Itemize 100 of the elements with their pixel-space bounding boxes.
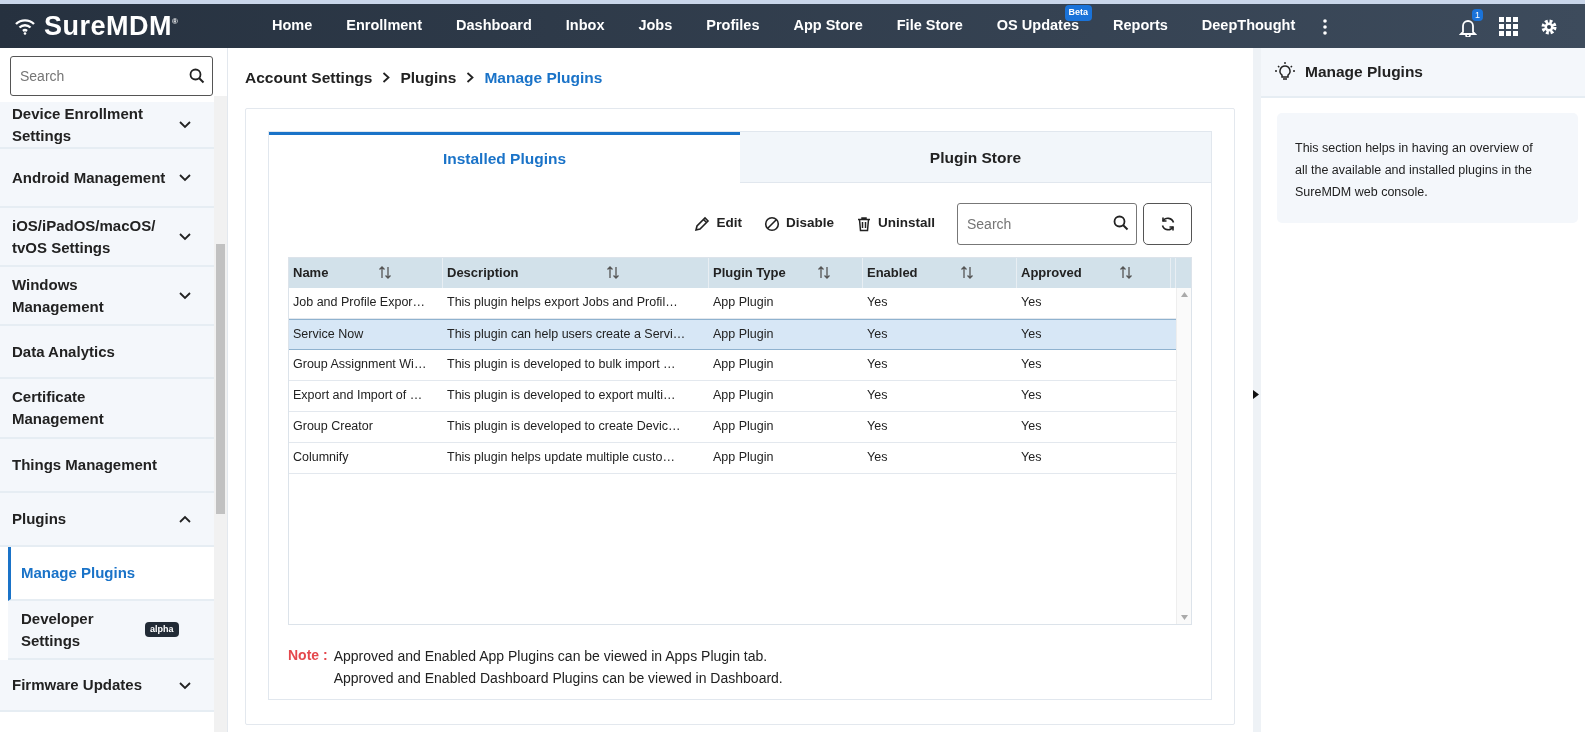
table-row[interactable]: Job and Profile Expor… This plugin helps export Jobs and Profil… App Plugin Yes Yes bbox=[289, 287, 1176, 319]
table-cell-text: Yes bbox=[867, 418, 888, 436]
table-cell-text: Service Now bbox=[293, 325, 364, 343]
scroll-up-icon bbox=[1180, 291, 1188, 297]
disable-button[interactable]: Disable bbox=[763, 213, 834, 234]
breadcrumb-link[interactable]: Account Settings bbox=[245, 66, 373, 90]
search-field[interactable]: Search bbox=[957, 202, 1137, 245]
sidebar-subitem[interactable]: Developer Settings alpha bbox=[8, 601, 214, 660]
sort-icon bbox=[816, 265, 831, 280]
table-cell-text: Columnify bbox=[293, 449, 349, 467]
refresh-button[interactable] bbox=[1143, 202, 1192, 245]
nav-item[interactable]: Enrollment bbox=[329, 11, 440, 41]
column-header[interactable]: Approved bbox=[1017, 257, 1171, 288]
nav-item[interactable]: Dashboard bbox=[439, 11, 549, 41]
uninstall-button[interactable]: Uninstall bbox=[856, 213, 935, 234]
logo-text: SureMDM$^{®}$ bbox=[44, 9, 179, 43]
column-header[interactable]: Enabled bbox=[863, 257, 1017, 288]
table-cell-text: Yes bbox=[867, 294, 888, 312]
edit-button[interactable]: Edit bbox=[694, 213, 742, 234]
table-cell-text: Yes bbox=[1021, 325, 1042, 343]
sort-icon bbox=[959, 265, 974, 280]
table-cell-text: Group Creator bbox=[293, 418, 373, 436]
note-label: Note : bbox=[288, 645, 328, 665]
sidebar-item[interactable]: Plugins bbox=[0, 493, 214, 547]
table-cell-text: This plugin is developed to create Devic… bbox=[447, 418, 681, 436]
table-cell-text: Group Assignment Wi… bbox=[293, 356, 427, 374]
table-row[interactable]: Group Creator This plugin is developed to create Devic… App Plugin Yes Yes bbox=[289, 411, 1176, 443]
notification-count: 1 bbox=[1472, 9, 1483, 21]
nav-item[interactable]: Inbox bbox=[548, 11, 622, 41]
sidebar-item[interactable]: Data Analytics bbox=[0, 326, 214, 379]
grid-icon bbox=[1499, 17, 1518, 37]
column-header[interactable]: Description bbox=[443, 257, 709, 288]
table-cell-text: App Plugin bbox=[713, 418, 774, 436]
kebab-menu-icon bbox=[1323, 18, 1328, 35]
sidebar-item[interactable]: Windows Management bbox=[0, 267, 214, 326]
scrollbar-thumb[interactable] bbox=[216, 244, 225, 514]
table-cell-text: Job and Profile Expor… bbox=[293, 294, 425, 312]
nav-item[interactable]: Jobs bbox=[621, 11, 690, 41]
scrollbar[interactable] bbox=[214, 96, 227, 732]
sort-icon bbox=[606, 265, 621, 280]
table-cell-text: This plugin can help users create a Servi… bbox=[447, 325, 686, 343]
sidebar-item[interactable]: Firmware Updates bbox=[0, 660, 214, 712]
scroll-down-icon bbox=[1180, 614, 1188, 620]
collapse-arrow-icon[interactable] bbox=[1253, 390, 1259, 399]
table-row[interactable]: Export and Import of … This plugin is developed to export multi… App Plugin Yes Yes bbox=[289, 380, 1176, 412]
nav-item[interactable]: App Store bbox=[776, 11, 880, 41]
wifi-icon bbox=[14, 17, 36, 35]
help-text: This section helps in having an overview of all the available and installed plugins in the SureMDM web console. bbox=[1295, 140, 1534, 201]
search-icon bbox=[189, 68, 205, 84]
table-cell-text: Export and Import of … bbox=[293, 387, 423, 405]
table-cell-text: App Plugin bbox=[713, 294, 774, 312]
sidebar-item[interactable]: Certificate Management bbox=[0, 379, 214, 439]
scrollbar[interactable] bbox=[1176, 287, 1191, 624]
note-text: Approved and Enabled App Plugins can be viewed in Apps Plugin tab. bbox=[333, 646, 769, 666]
sidebar-subitem[interactable]: Manage Plugins bbox=[8, 547, 214, 601]
nav-item[interactable]: Reports bbox=[1096, 11, 1185, 41]
pencil-icon bbox=[694, 215, 711, 232]
search-icon bbox=[1113, 214, 1129, 231]
table-cell-text: Yes bbox=[1021, 294, 1042, 312]
table-cell-text: App Plugin bbox=[713, 387, 774, 405]
table-cell-text: Yes bbox=[867, 449, 888, 467]
chevron-right-icon bbox=[382, 72, 391, 84]
nav-item[interactable]: File Store bbox=[879, 11, 980, 41]
table-cell-text: App Plugin bbox=[713, 356, 774, 374]
settings-icon bbox=[1540, 17, 1558, 36]
column-header[interactable]: Plugin Type bbox=[709, 257, 863, 288]
search-field[interactable]: Search bbox=[10, 56, 213, 96]
table-cell-text: Yes bbox=[867, 387, 888, 405]
table-cell-text: This plugin helps update multiple custo… bbox=[447, 449, 675, 467]
sidebar-item[interactable]: iOS/iPadOS/macOS/ tvOS Settings bbox=[0, 208, 214, 267]
chevron-up-icon bbox=[178, 513, 192, 525]
sidebar-item[interactable]: Things Management bbox=[0, 439, 214, 493]
nav-item[interactable]: Home bbox=[255, 11, 330, 41]
refresh-icon bbox=[1159, 215, 1176, 232]
sort-icon bbox=[378, 265, 393, 280]
column-header[interactable]: Name bbox=[289, 257, 443, 288]
nav-item[interactable]: DeepThought bbox=[1184, 11, 1313, 41]
table-cell-text: This plugin is developed to bulk import … bbox=[447, 356, 676, 374]
lightbulb-icon bbox=[1275, 62, 1295, 82]
breadcrumb-current: Manage Plugins bbox=[484, 68, 603, 88]
table-cell-text: This plugin helps export Jobs and Profil… bbox=[447, 294, 678, 312]
table-cell-text: Yes bbox=[867, 356, 888, 374]
chevron-down-icon bbox=[178, 119, 192, 130]
table-row[interactable]: Service Now This plugin can help users create a Servi… App Plugin Yes Yes bbox=[289, 318, 1176, 350]
table-cell-text: This plugin is developed to export multi… bbox=[447, 387, 676, 405]
nav-item[interactable]: Profiles bbox=[689, 11, 777, 41]
trash-icon bbox=[856, 215, 872, 232]
prohibited-icon bbox=[763, 215, 780, 232]
sort-icon bbox=[1118, 265, 1133, 280]
sidebar-item[interactable]: Device Enrollment Settings bbox=[0, 102, 214, 149]
table-cell-text: App Plugin bbox=[713, 449, 774, 467]
breadcrumb-link[interactable]: Plugins bbox=[400, 66, 457, 90]
table-row[interactable]: Columnify This plugin helps update multiple custo… App Plugin Yes Yes bbox=[289, 442, 1176, 474]
table-cell-text: Yes bbox=[1021, 356, 1042, 374]
table-cell-text: App Plugin bbox=[713, 325, 774, 343]
tab[interactable]: Plugin Store bbox=[740, 132, 1211, 183]
table-cell-text: Yes bbox=[1021, 387, 1042, 405]
table-row[interactable]: Group Assignment Wi… This plugin is developed to bulk import … App Plugin Yes Yes bbox=[289, 349, 1176, 381]
sidebar-item[interactable]: Android Management bbox=[0, 149, 214, 208]
chevron-down-icon bbox=[178, 679, 192, 691]
